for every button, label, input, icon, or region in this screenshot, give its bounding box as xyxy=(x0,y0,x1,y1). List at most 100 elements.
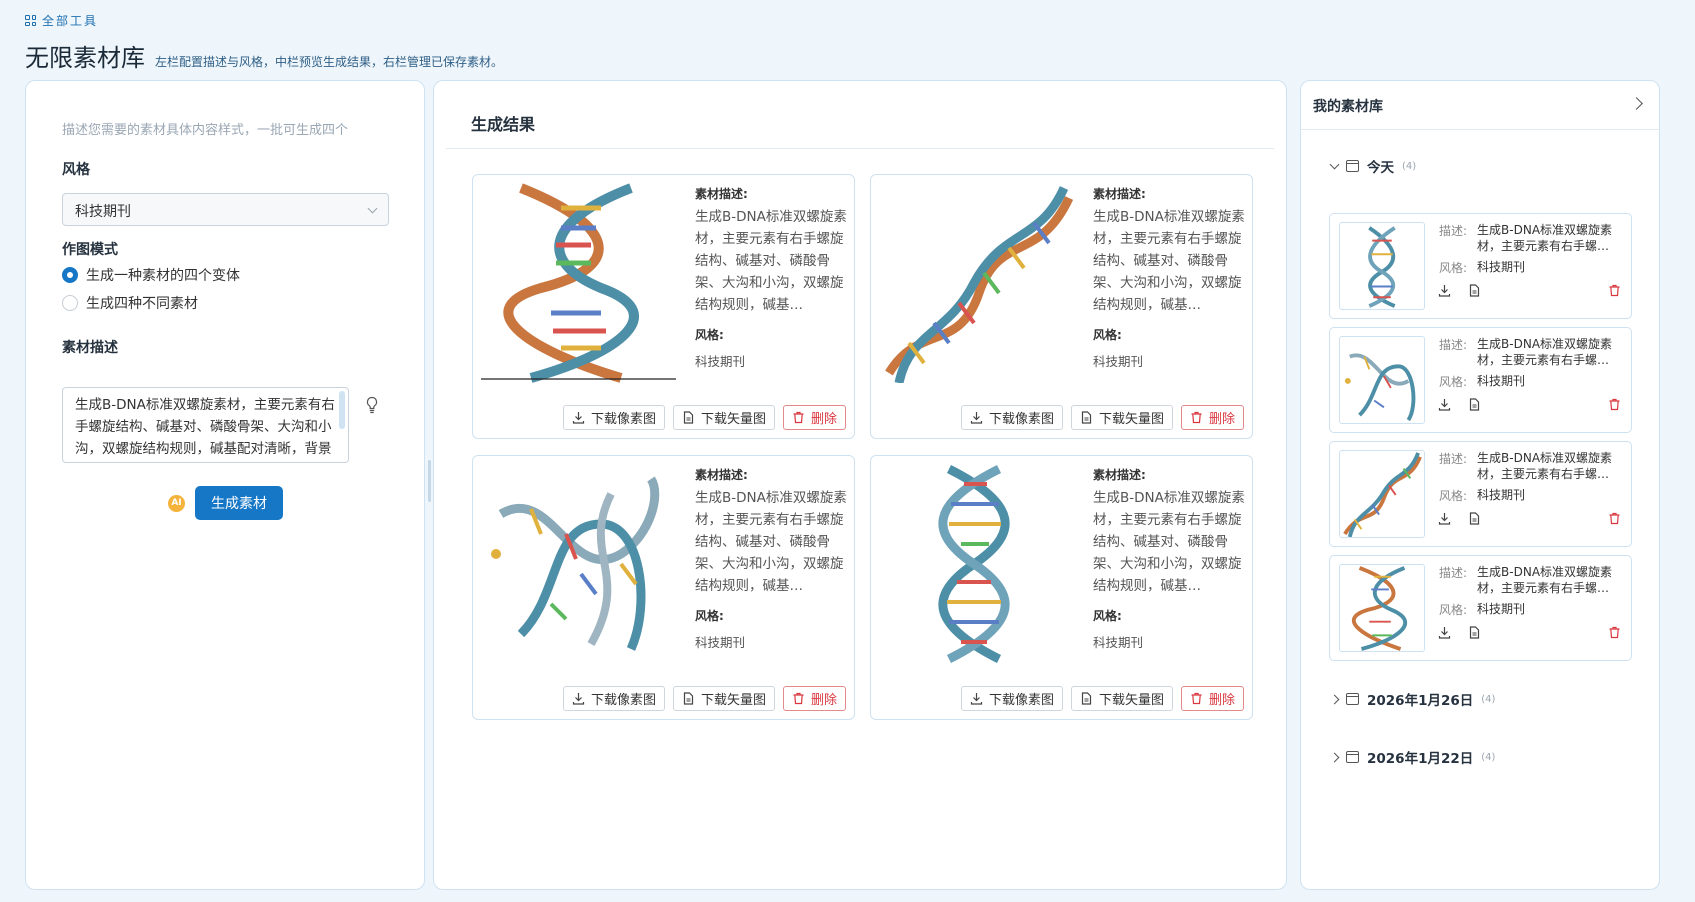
download-icon[interactable] xyxy=(1438,398,1451,411)
download-icon xyxy=(970,412,983,424)
chevron-right-icon xyxy=(1329,694,1340,704)
desc-key: 描述: xyxy=(1439,566,1468,580)
delete-label: 删除 xyxy=(810,693,837,708)
delete-button[interactable]: 删除 xyxy=(1180,405,1244,430)
chevron-right-icon[interactable] xyxy=(1630,97,1643,110)
delete-button[interactable]: 删除 xyxy=(782,686,846,711)
mode-option-different[interactable]: 生成四种不同素材 xyxy=(62,293,198,313)
style-key: 风格: xyxy=(695,328,724,342)
item-style: 科技期刊 xyxy=(1477,374,1526,388)
download-vector-button[interactable]: 下载矢量图 xyxy=(1070,686,1173,711)
description-textarea[interactable]: 生成B-DNA标准双螺旋素材，主要元素有右手螺旋结构、碱基对、磷酸骨架、大沟和小… xyxy=(62,387,349,463)
card-style: 科技期刊 xyxy=(695,354,746,369)
style-key: 风格: xyxy=(1439,489,1468,503)
download-vector-label: 下载矢量图 xyxy=(1098,412,1164,427)
group-count: (4) xyxy=(1481,693,1496,705)
mode-option-label: 生成一种素材的四个变体 xyxy=(86,268,240,284)
calendar-icon xyxy=(1346,751,1359,763)
radio-unchecked[interactable] xyxy=(62,295,78,311)
delete-button[interactable]: 删除 xyxy=(782,405,846,430)
style-select[interactable]: 科技期刊 xyxy=(62,193,389,226)
desc-key: 描述: xyxy=(1439,452,1468,466)
file-icon[interactable] xyxy=(1468,284,1481,297)
page-title: 无限素材库 xyxy=(25,44,145,72)
result-card: 素材描述: 生成B-DNA标准双螺旋素材，主要元素有右手螺旋结构、碱基对、磷酸骨… xyxy=(472,455,855,720)
style-key: 风格: xyxy=(1093,609,1122,623)
dna-image xyxy=(481,183,676,383)
item-style: 科技期刊 xyxy=(1477,260,1526,274)
card-style: 科技期刊 xyxy=(695,635,746,650)
trash-icon[interactable] xyxy=(1608,284,1621,297)
download-vector-button[interactable]: 下载矢量图 xyxy=(672,405,775,430)
divider xyxy=(446,148,1274,149)
library-item[interactable]: 描述: 生成B-DNA标准双螺旋素材，主要元素有右手螺… 风格: 科技期刊 xyxy=(1329,213,1632,319)
download-raster-button[interactable]: 下载像素图 xyxy=(960,405,1063,430)
item-desc: 生成B-DNA标准双螺旋素材，主要元素有右手螺… xyxy=(1477,451,1613,481)
download-icon xyxy=(572,412,585,424)
group-today[interactable]: 今天 (4) xyxy=(1329,156,1416,176)
desc-key: 素材描述: xyxy=(1093,468,1146,482)
generate-button[interactable]: 生成素材 xyxy=(195,486,283,520)
trash-icon xyxy=(793,411,804,424)
download-raster-button[interactable]: 下载像素图 xyxy=(562,405,665,430)
trash-icon[interactable] xyxy=(1608,398,1621,411)
library-title: 我的素材库 xyxy=(1313,99,1383,115)
desc-key: 描述: xyxy=(1439,224,1468,238)
dna-thumbnail xyxy=(1339,564,1425,652)
mode-option-variants[interactable]: 生成一种素材的四个变体 xyxy=(62,265,240,285)
radio-checked[interactable] xyxy=(62,267,78,283)
file-icon[interactable] xyxy=(1468,626,1481,639)
panel-resize-handle[interactable] xyxy=(428,460,431,502)
card-desc: 生成B-DNA标准双螺旋素材，主要元素有右手螺旋结构、碱基对、磷酸骨架、大沟和小… xyxy=(1093,209,1245,313)
library-item[interactable]: 描述: 生成B-DNA标准双螺旋素材，主要元素有右手螺… 风格: 科技期刊 xyxy=(1329,327,1632,433)
trash-icon[interactable] xyxy=(1608,626,1621,639)
dna-thumbnail xyxy=(1339,336,1425,424)
group-label: 今天 xyxy=(1367,160,1394,176)
style-key: 风格: xyxy=(1439,375,1468,389)
download-vector-button[interactable]: 下载矢量图 xyxy=(672,686,775,711)
item-desc: 生成B-DNA标准双螺旋素材，主要元素有右手螺… xyxy=(1477,223,1613,253)
config-panel: 描述您需要的素材具体内容样式，一批可生成四个 风格 科技期刊 作图模式 生成一种… xyxy=(25,80,425,890)
group-2026-01-26[interactable]: 2026年1月26日 (4) xyxy=(1329,689,1496,709)
download-raster-button[interactable]: 下载像素图 xyxy=(562,686,665,711)
group-label: 2026年1月26日 xyxy=(1367,693,1474,709)
calendar-icon xyxy=(1346,693,1359,705)
download-raster-button[interactable]: 下载像素图 xyxy=(960,686,1063,711)
result-card: 素材描述: 生成B-DNA标准双螺旋素材，主要元素有右手螺旋结构、碱基对、磷酸骨… xyxy=(870,455,1253,720)
item-style: 科技期刊 xyxy=(1477,488,1526,502)
library-item[interactable]: 描述: 生成B-DNA标准双螺旋素材，主要元素有右手螺… 风格: 科技期刊 xyxy=(1329,555,1632,661)
dna-image xyxy=(938,464,1010,664)
file-icon xyxy=(683,411,694,424)
download-icon[interactable] xyxy=(1438,284,1451,297)
delete-button[interactable]: 删除 xyxy=(1180,686,1244,711)
delete-label: 删除 xyxy=(1208,412,1235,427)
all-tools-label: 全部工具 xyxy=(42,14,99,28)
file-icon[interactable] xyxy=(1468,512,1481,525)
style-key: 风格: xyxy=(1439,261,1468,275)
chevron-down-icon xyxy=(1329,159,1340,169)
item-desc: 生成B-DNA标准双螺旋素材，主要元素有右手螺… xyxy=(1477,337,1613,367)
style-key: 风格: xyxy=(1093,328,1122,342)
textarea-scrollbar[interactable] xyxy=(339,391,345,429)
file-icon[interactable] xyxy=(1468,398,1481,411)
download-raster-label: 下载像素图 xyxy=(590,693,656,708)
delete-label: 删除 xyxy=(810,412,837,427)
download-vector-button[interactable]: 下载矢量图 xyxy=(1070,405,1173,430)
dna-image xyxy=(885,186,1074,383)
result-card: 素材描述: 生成B-DNA标准双螺旋素材，主要元素有右手螺旋结构、碱基对、磷酸骨… xyxy=(472,174,855,439)
download-raster-label: 下载像素图 xyxy=(988,693,1054,708)
library-item[interactable]: 描述: 生成B-DNA标准双螺旋素材，主要元素有右手螺… 风格: 科技期刊 xyxy=(1329,441,1632,547)
item-style: 科技期刊 xyxy=(1477,602,1526,616)
group-2026-01-22[interactable]: 2026年1月22日 (4) xyxy=(1329,747,1495,767)
results-title: 生成结果 xyxy=(471,115,536,134)
download-icon[interactable] xyxy=(1438,512,1451,525)
download-raster-label: 下载像素图 xyxy=(590,412,656,427)
lightbulb-icon[interactable] xyxy=(365,396,379,414)
dna-thumbnail xyxy=(1339,450,1425,538)
file-icon xyxy=(683,692,694,705)
trash-icon[interactable] xyxy=(1608,512,1621,525)
download-icon[interactable] xyxy=(1438,626,1451,639)
group-label: 2026年1月22日 xyxy=(1367,751,1474,767)
all-tools-link[interactable]: 全部工具 xyxy=(25,12,98,29)
download-vector-label: 下载矢量图 xyxy=(700,693,766,708)
